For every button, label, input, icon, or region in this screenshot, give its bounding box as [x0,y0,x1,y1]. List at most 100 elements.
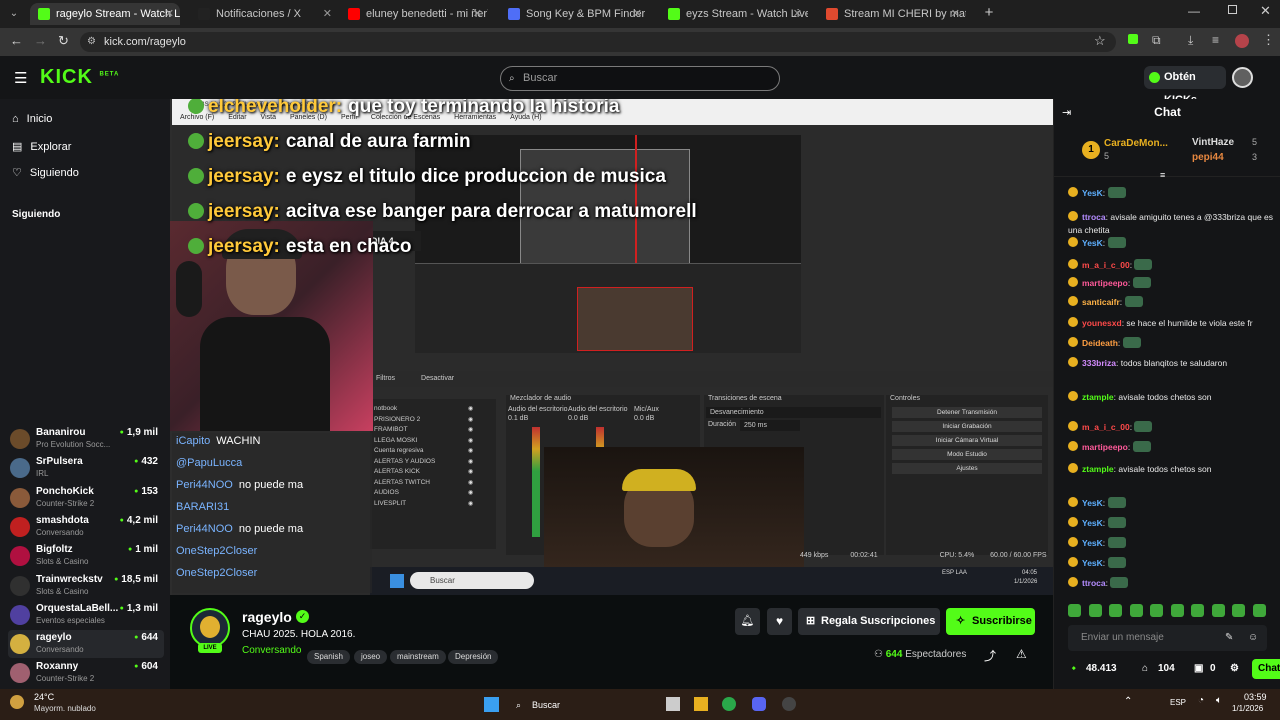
tray-time[interactable]: 03:59 [1244,692,1267,702]
emote-icon[interactable] [1068,604,1081,617]
chat-username[interactable]: ztample [1082,464,1114,474]
tray-chevron-icon[interactable]: ⌃ [1124,696,1132,707]
chat-username[interactable]: martipeepo [1082,442,1128,452]
get-kicks-button[interactable]: Obtén KICKs [1144,66,1226,106]
gifter-name[interactable]: VintHaze [1192,137,1234,148]
share-icon[interactable]: ⤴ [984,647,996,664]
tab-close-icon[interactable]: ✕ [165,3,174,25]
user-avatar[interactable] [1232,67,1253,88]
expand-gifters-icon[interactable]: ≡ [1160,170,1165,180]
sidebar-channel[interactable]: rageyloConversando 644 [8,630,164,659]
gift-subs-button[interactable]: ⊞ Regala Suscripciones [798,608,940,635]
chat-input[interactable]: Enviar un mensaje ✎ ☺ [1068,625,1267,651]
sidebar-channel[interactable]: OrquestaLaBell...Eventos especiales 1,3 m… [8,601,164,629]
taskbar-app-icon[interactable] [694,697,708,711]
emote-icon[interactable] [1109,604,1122,617]
tab-close-icon[interactable]: ✕ [323,3,332,25]
reload-icon[interactable]: ↻ [58,33,69,49]
tab-close-icon[interactable]: ✕ [473,3,482,25]
site-info-icon[interactable]: ⚙ [87,32,96,52]
profile-avatar[interactable] [1235,34,1249,48]
chat-username[interactable]: YesK [1082,498,1103,508]
browser-tab[interactable]: eyzs Stream - Watch Live on Kic✕ [660,3,808,25]
taskbar-app-icon[interactable] [752,697,766,711]
new-tab-button[interactable]: + [980,4,998,22]
chat-username[interactable]: martipeepo [1082,278,1128,288]
sidebar-channel[interactable]: SrPulseraIRL 432 [8,454,164,482]
chat-username[interactable]: m_a_i_c_00 [1082,260,1130,270]
emote-icon[interactable] [1191,604,1204,617]
minimize-icon[interactable]: — [1188,4,1200,18]
download-icon[interactable]: ⤓ [1188,33,1193,48]
sidebar-channel[interactable]: smashdotaConversando 4,2 mil [8,513,164,541]
follow-heart-button[interactable]: ♥ [767,608,792,635]
sidebar-channel[interactable]: PonchoKickCounter-Strike 2 153 [8,484,164,512]
duration-field[interactable]: 250 ms [740,420,800,431]
chat-username[interactable]: younesxd [1082,318,1122,328]
video-player[interactable]: OBS 31.1.2 - Perfil: Sin Título - Escena… [170,99,1053,595]
kick-logo[interactable]: KICK BETA [40,66,119,89]
chat-username[interactable]: Deideath [1082,338,1118,348]
emote-icon[interactable] [1252,604,1266,617]
browser-tab[interactable]: Notificaciones / X ✕ [190,3,338,25]
browser-tab[interactable]: Song Key & BPM Finder | Tuneb✕ [500,3,648,25]
chat-username[interactable]: YesK [1082,538,1103,548]
channel-name[interactable]: rageylo [242,609,292,625]
taskbar-app-icon[interactable] [666,697,680,711]
channel-avatar[interactable] [190,608,230,648]
chat-username[interactable]: YesK [1082,518,1103,528]
browser-menu-icon[interactable]: ⋮ [1262,32,1275,48]
chat-username[interactable]: m_a_i_c_00 [1082,422,1130,432]
back-icon[interactable]: ← [10,33,23,48]
chat-username[interactable]: YesK [1082,188,1103,198]
tray-lang[interactable]: ESP [1170,698,1186,707]
stream-tag[interactable]: mainstream [390,650,446,664]
chat-username[interactable]: YesK [1082,238,1103,248]
chat-username[interactable]: ttroca [1082,212,1106,222]
deactivate-tab[interactable]: Desactivar [421,375,454,382]
emote-icon[interactable] [1170,604,1184,617]
chat-username[interactable]: ztample [1082,392,1114,402]
close-window-icon[interactable]: ✕ [1260,3,1271,19]
emote-icon[interactable] [1211,604,1225,617]
gifter-name[interactable]: pepi44 [1192,152,1224,163]
tab-close-icon[interactable]: ✕ [951,3,960,25]
browser-tab[interactable]: rageylo Stream - Watch Live on✕ [30,3,180,25]
emote-icon[interactable] [1232,604,1245,617]
tab-close-icon[interactable]: ✕ [633,3,642,25]
sidebar-channel[interactable]: BigfoltzSlots & Casino 1 mil [8,542,164,570]
tab-list-icon[interactable]: ≡ [1212,33,1219,47]
chat-username[interactable]: 333briza [1082,358,1116,368]
points-count[interactable]: 48.413 [1086,657,1117,681]
stat2-count[interactable]: 104 [1158,657,1175,681]
chat-settings-icon[interactable]: ⚙ [1230,657,1239,681]
translate-icon[interactable]: ✎ [1225,625,1233,651]
chat-username[interactable]: YesK [1082,558,1103,568]
subscribe-button[interactable]: ✧ Suscribirse [946,608,1035,635]
puzzle-icon[interactable]: ⧉ [1152,33,1161,48]
browser-tab[interactable]: eluney benedetti - mi ñerY (pro✕ [340,3,488,25]
taskbar-app-icon[interactable] [782,697,796,711]
chat-username[interactable]: ttroca [1082,578,1106,588]
extension-icon[interactable] [1128,34,1138,44]
nav-explore[interactable]: ▤ Explorar [12,140,71,153]
stream-category[interactable]: Conversando [242,645,301,656]
volume-icon[interactable]: 🔈︎ [1216,695,1222,706]
nav-following[interactable]: ♡ Siguiendo [12,166,79,179]
sidebar-channel[interactable]: Bananirou Pro Evolution Socc... 1,9 mil [8,425,164,453]
emote-icon[interactable] [1088,604,1102,617]
sidebar-channel[interactable]: TrainwreckstvSlots & Casino 18,5 mil [8,572,164,600]
tab-close-icon[interactable]: ✕ [793,3,802,25]
emote-icon[interactable] [1150,604,1163,617]
emote-icon[interactable] [1129,604,1143,617]
taskbar-app-icon[interactable] [722,697,736,711]
gifter-name[interactable]: CaraDeMon... [1104,138,1168,149]
chat-username[interactable]: santicaifr [1082,297,1120,307]
sidebar-channel[interactable]: RoxannyCounter-Strike 2 604 [8,659,164,687]
bookmark-star-icon[interactable]: ☆ [1094,33,1106,49]
emoji-icon[interactable]: ☺ [1248,625,1258,651]
weather-temp[interactable]: 24°C [34,692,54,702]
stream-tag[interactable]: joseo [354,650,388,664]
tray-date[interactable]: 1/1/2026 [1232,704,1263,713]
transition-select[interactable]: Desvanecimiento [706,407,881,418]
